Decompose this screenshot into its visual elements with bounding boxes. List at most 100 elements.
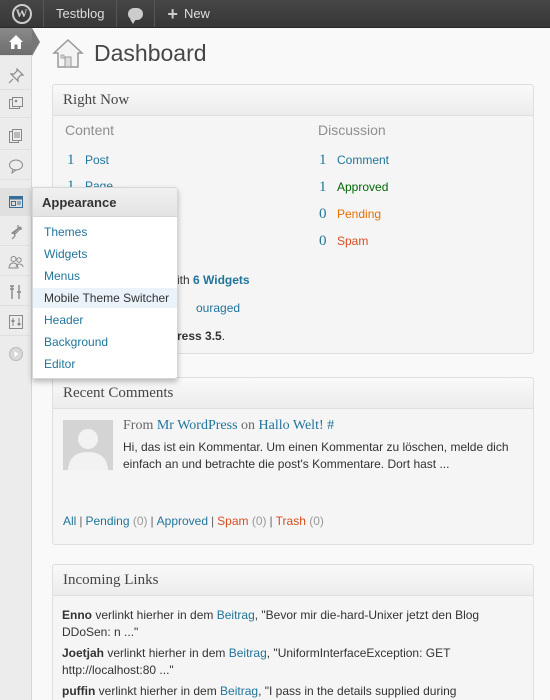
- link-text: verlinkt hierher in dem: [104, 646, 229, 660]
- pending-link[interactable]: Pending: [337, 207, 381, 221]
- approved-link[interactable]: Approved: [337, 180, 388, 194]
- submenu-item-header[interactable]: Header: [33, 310, 177, 330]
- theme-info-text: ith: [177, 273, 190, 287]
- list-item: Joetjah verlinkt hierher in dem Beitrag,…: [62, 645, 524, 679]
- version-info: ress 3.5.: [177, 329, 225, 343]
- comments-icon: [9, 159, 23, 174]
- page-title: Dashboard: [94, 39, 207, 66]
- discussion-row-approved: 1 Approved: [319, 179, 388, 196]
- menu-tools[interactable]: [0, 278, 32, 306]
- link-post-link[interactable]: Beitrag: [229, 646, 267, 660]
- discussion-row-pending: 0 Pending: [319, 206, 381, 223]
- separator: |: [211, 514, 215, 528]
- right-now-title[interactable]: Right Now: [53, 85, 533, 116]
- separator: |: [269, 514, 273, 528]
- posts-count[interactable]: 1: [67, 152, 85, 169]
- widgets-link[interactable]: 6 Widgets: [193, 273, 250, 287]
- posts-link[interactable]: Post: [85, 153, 109, 167]
- incoming-links-widget: Incoming Links Enno verlinkt hierher in …: [52, 564, 534, 700]
- discussion-heading: Discussion: [318, 122, 386, 138]
- from-label: From: [123, 418, 154, 433]
- link-quote: , "I pass in the details supplied during: [258, 684, 457, 698]
- menu-pages[interactable]: [0, 122, 32, 150]
- approved-count[interactable]: 1: [319, 179, 337, 196]
- menu-settings[interactable]: [0, 308, 32, 336]
- menu-dashboard[interactable]: [0, 28, 40, 56]
- search-engines-info: ouraged: [196, 301, 240, 315]
- pending-count[interactable]: 0: [319, 206, 337, 223]
- filter-pending[interactable]: Pending: [85, 514, 129, 528]
- link-post-link[interactable]: Beitrag: [217, 608, 255, 622]
- theme-info: ith 6 Widgets: [177, 273, 250, 287]
- submenu-item-menus[interactable]: Menus: [33, 266, 177, 286]
- link-post-link[interactable]: Beitrag: [220, 684, 258, 698]
- appearance-submenu-title[interactable]: Appearance: [33, 188, 177, 217]
- search-engines-link[interactable]: ouraged: [196, 301, 240, 315]
- settings-icon: [9, 314, 23, 329]
- default-avatar-icon: [63, 420, 113, 470]
- avatar: [63, 420, 113, 470]
- link-author: Enno: [62, 608, 92, 622]
- comments-count[interactable]: 1: [319, 152, 337, 169]
- media-icon: [9, 96, 23, 109]
- comments-button[interactable]: [117, 0, 156, 27]
- plug-icon: [10, 224, 22, 239]
- submenu-item-themes[interactable]: Themes: [33, 222, 177, 242]
- pages-icon: [9, 128, 22, 143]
- filter-spam[interactable]: Spam: [217, 514, 248, 528]
- dashboard-home-icon: [52, 38, 84, 68]
- trash-filter-count: (0): [309, 514, 324, 528]
- wp-logo-menu[interactable]: W: [0, 0, 44, 27]
- list-item: puffin verlinkt hierher in dem Beitrag, …: [62, 683, 524, 700]
- admin-sidebar: [0, 28, 40, 700]
- submenu-item-background[interactable]: Background: [33, 332, 177, 352]
- menu-appearance[interactable]: [0, 188, 32, 216]
- comment-filters: All | Pending (0) | Approved | Spam (0) | Trash …: [63, 514, 324, 528]
- list-item: Enno verlinkt hierher in dem Beitrag, "B…: [62, 607, 524, 641]
- site-name-link[interactable]: Testblog: [44, 0, 118, 27]
- filter-all[interactable]: All: [63, 514, 76, 528]
- comment-author-link[interactable]: Mr WordPress: [157, 418, 238, 433]
- on-label: on: [241, 418, 256, 433]
- link-text: verlinkt hierher in dem: [95, 684, 221, 698]
- incoming-links-title[interactable]: Incoming Links: [53, 565, 533, 596]
- filter-approved[interactable]: Approved: [157, 514, 208, 528]
- separator: |: [79, 514, 83, 528]
- discussion-row-comments: 1 Comment: [319, 152, 389, 169]
- comment-post-link[interactable]: Hallo Welt! #: [259, 418, 335, 433]
- link-author: Joetjah: [62, 646, 105, 660]
- page-header: Dashboard: [52, 37, 207, 69]
- collapse-menu-button[interactable]: [0, 340, 32, 368]
- content-heading: Content: [65, 122, 115, 138]
- admin-bar: W Testblog + New: [0, 0, 550, 28]
- home-icon: [9, 34, 23, 49]
- new-label: New: [183, 6, 210, 21]
- menu-media[interactable]: [0, 90, 32, 118]
- spam-count[interactable]: 0: [319, 233, 337, 250]
- spam-link[interactable]: Spam: [337, 234, 368, 248]
- comment-excerpt: Hi, das ist ein Kommentar. Um einen Komm…: [123, 440, 509, 471]
- wordpress-icon: W: [11, 3, 32, 24]
- submenu-item-mobile-theme-switcher[interactable]: Mobile Theme Switcher: [33, 288, 177, 308]
- menu-plugins[interactable]: [0, 218, 32, 246]
- separator: |: [150, 514, 154, 528]
- appearance-icon: [9, 195, 23, 208]
- link-author: puffin: [62, 684, 96, 698]
- pushpin-icon: [8, 67, 24, 83]
- content-row-posts: 1 Post: [67, 152, 109, 169]
- recent-comments-widget: Recent Comments From Mr WordPress on Hal…: [52, 377, 534, 545]
- version-text: ress 3.5: [177, 329, 222, 343]
- comment-bubble-icon: [128, 7, 144, 24]
- filter-trash[interactable]: Trash: [276, 514, 306, 528]
- menu-users[interactable]: [0, 248, 32, 276]
- submenu-item-editor[interactable]: Editor: [33, 354, 177, 374]
- recent-comments-title[interactable]: Recent Comments: [53, 378, 533, 409]
- submenu-item-widgets[interactable]: Widgets: [33, 244, 177, 264]
- collapse-arrow-icon: [9, 347, 23, 361]
- version-suffix: .: [221, 329, 226, 343]
- new-content-button[interactable]: + New: [155, 0, 222, 27]
- comments-link[interactable]: Comment: [337, 153, 389, 167]
- menu-posts[interactable]: [0, 62, 32, 90]
- menu-comments[interactable]: [0, 152, 32, 180]
- tools-icon: [10, 284, 21, 299]
